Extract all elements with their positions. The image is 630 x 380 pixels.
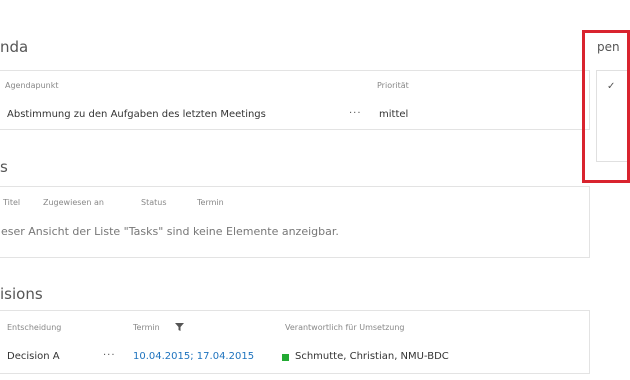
agenda-item-priority: mittel	[379, 109, 409, 120]
tasks-header-title[interactable]: Titel	[3, 198, 20, 207]
decisions-header-date[interactable]: Termin	[133, 323, 160, 332]
decision-title[interactable]: Decision A	[7, 351, 60, 362]
agenda-header-priority[interactable]: Priorität	[377, 81, 409, 90]
decisions-header-decision[interactable]: Entscheidung	[7, 323, 61, 332]
tasks-header-status[interactable]: Status	[141, 198, 167, 207]
tasks-header-assigned[interactable]: Zugewiesen an	[43, 198, 104, 207]
agenda-header-item[interactable]: Agendapunkt	[5, 81, 59, 90]
agenda-item-title[interactable]: Abstimmung zu den Aufgaben des letzten M…	[7, 109, 266, 120]
decision-responsible[interactable]: Schmutte, Christian, NMU-BDC	[295, 351, 449, 362]
tasks-empty-message: eser Ansicht der Liste "Tasks" sind kein…	[1, 225, 339, 238]
decision-date-link[interactable]: 10.04.2015; 17.04.2015	[133, 351, 254, 362]
agenda-panel: Agendapunkt Priorität Abstimmung zu den …	[0, 70, 590, 130]
tasks-panel: Titel Zugewiesen an Status Termin eser A…	[0, 186, 590, 258]
status-indicator	[282, 354, 289, 361]
decision-menu-button[interactable]: ···	[103, 350, 116, 361]
filter-icon[interactable]	[175, 323, 184, 331]
tasks-header-date[interactable]: Termin	[197, 198, 224, 207]
decisions-title: isions	[0, 285, 43, 303]
decisions-panel: Entscheidung Termin Verantwortlich für U…	[0, 310, 590, 374]
agenda-title: nda	[0, 38, 29, 56]
decisions-header-responsible[interactable]: Verantwortlich für Umsetzung	[285, 323, 405, 332]
tasks-title: s	[0, 158, 8, 176]
agenda-item-menu-button[interactable]: ···	[349, 108, 362, 119]
highlight-box	[582, 30, 630, 183]
